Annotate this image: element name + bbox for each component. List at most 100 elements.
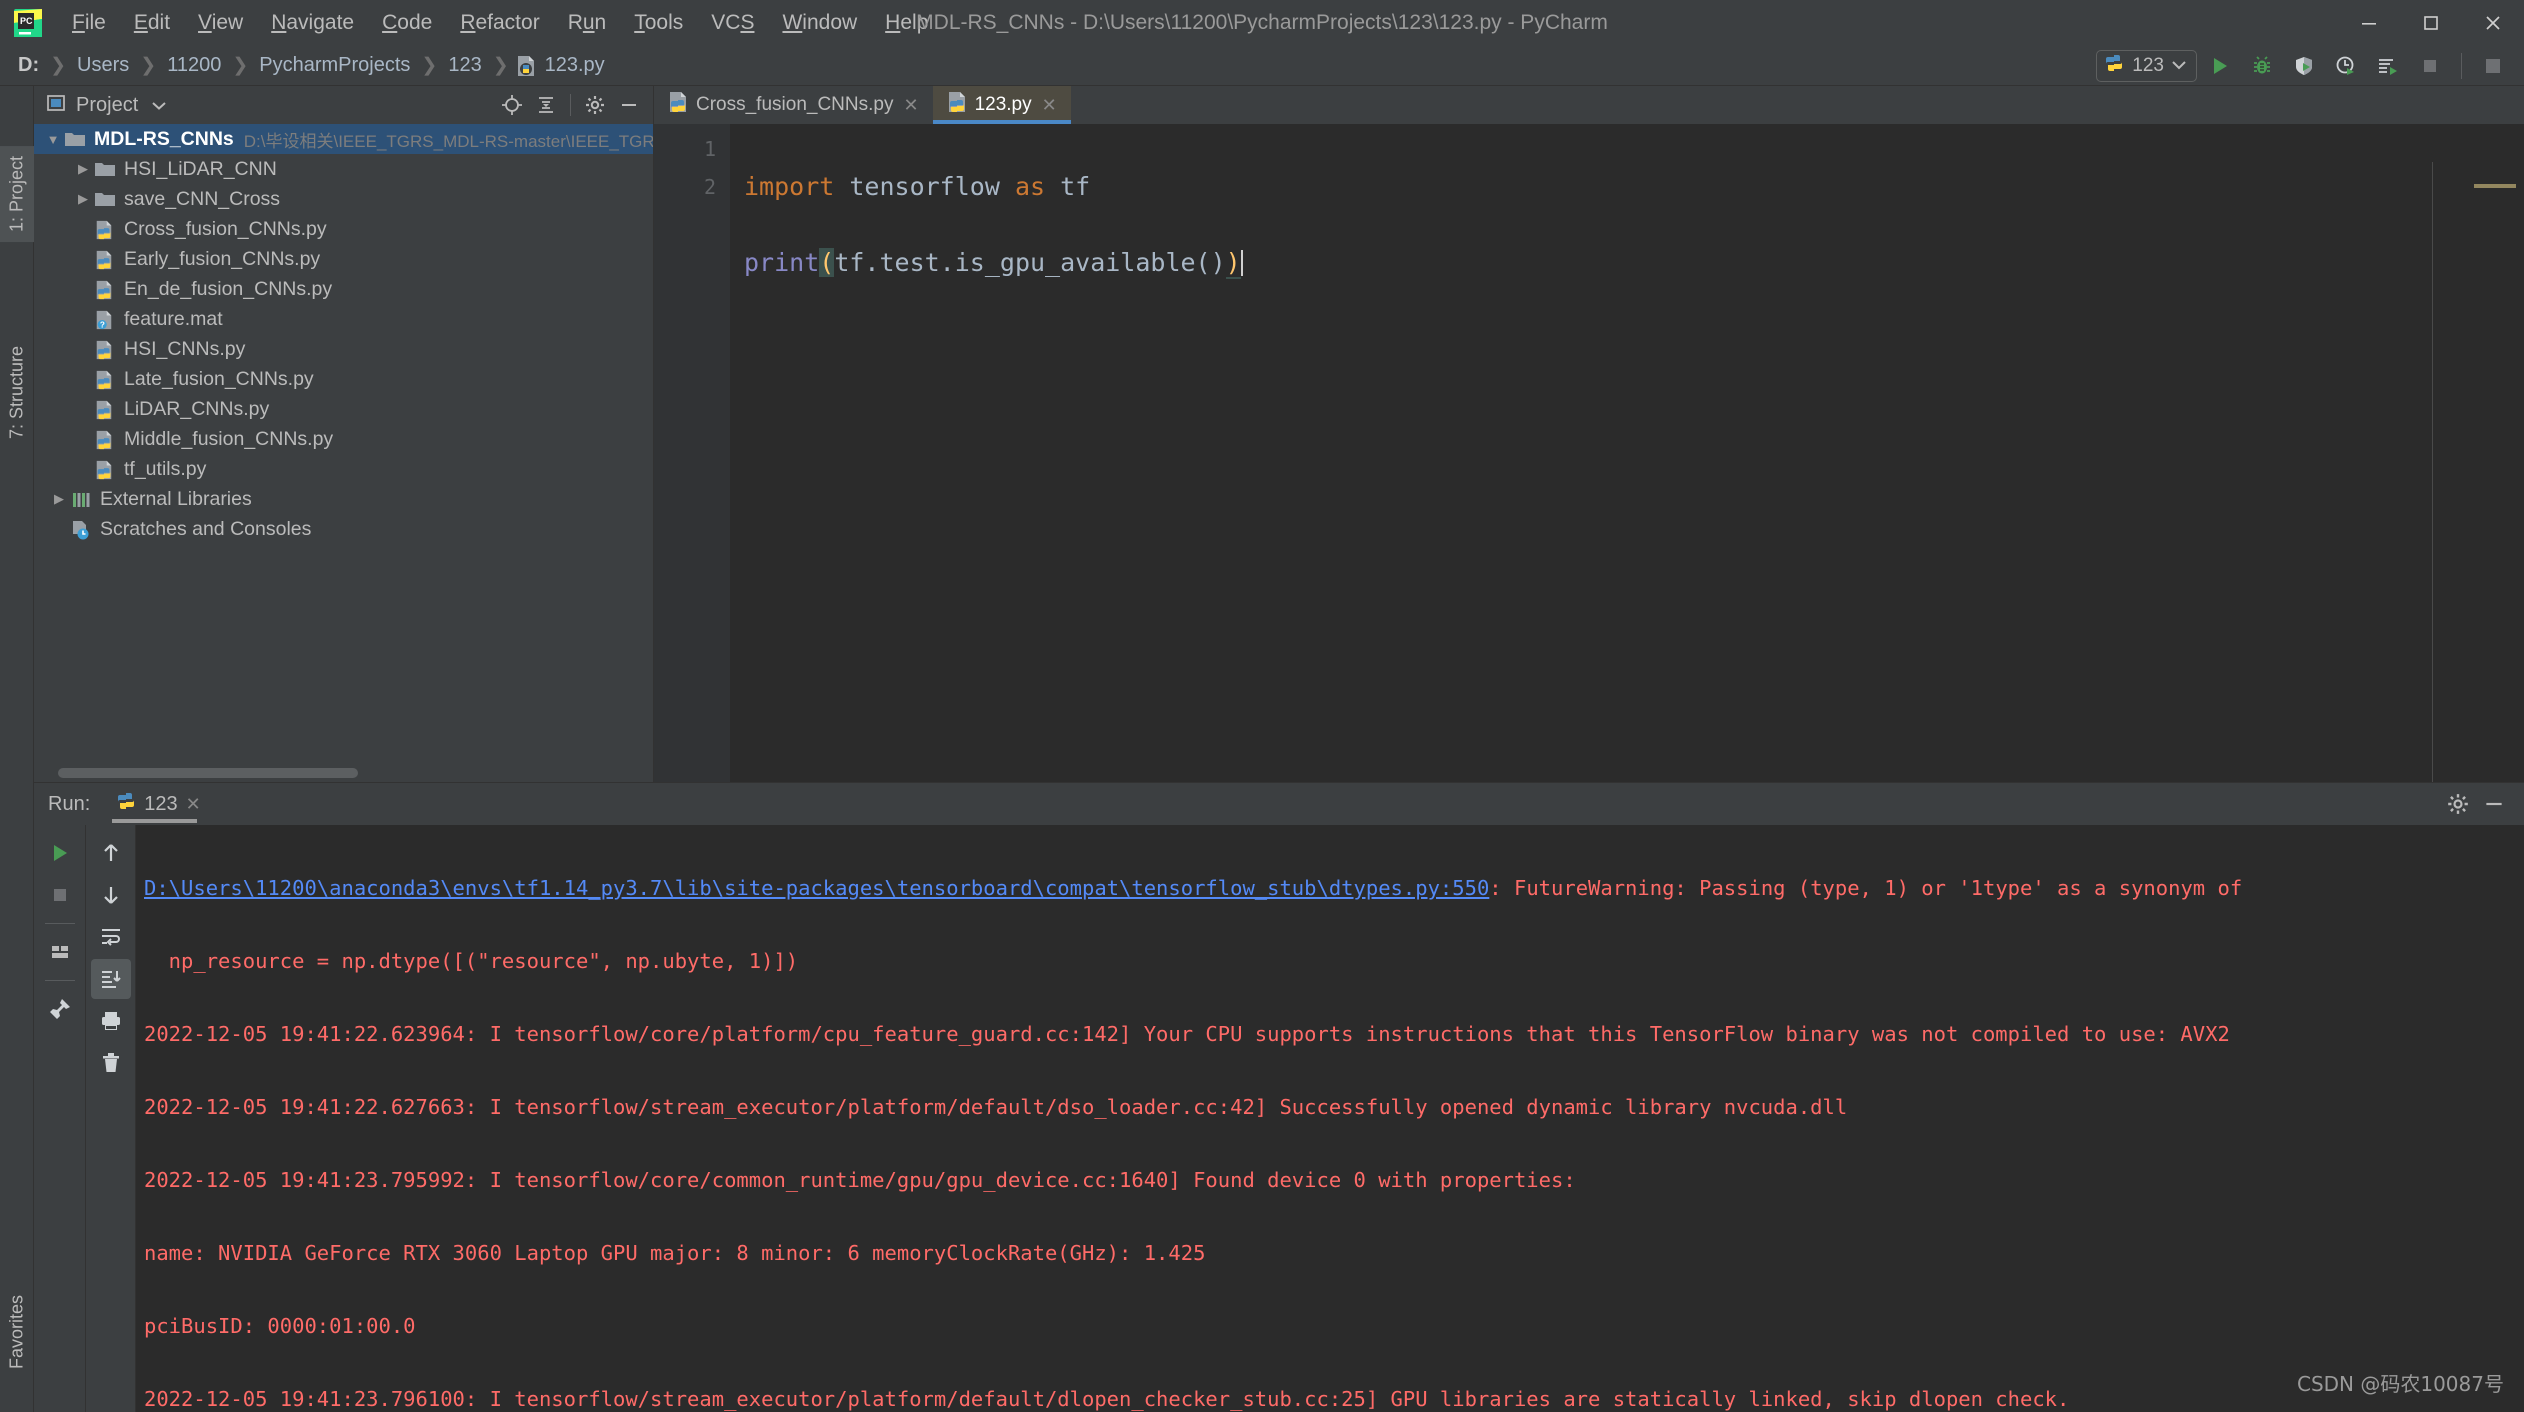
- run-button[interactable]: [2201, 49, 2239, 83]
- breadcrumb-123[interactable]: 123: [444, 52, 485, 79]
- console-line: 2022-12-05 19:41:22.623964: I tensorflow…: [144, 1021, 2230, 1046]
- token-import-keyword: import: [744, 172, 835, 201]
- sidebar-item-favorites[interactable]: Favorites: [0, 1252, 34, 1412]
- breadcrumb-users[interactable]: Users: [73, 52, 133, 79]
- print-button[interactable]: [91, 1001, 131, 1041]
- scroll-to-end-button[interactable]: [90, 959, 131, 999]
- breadcrumb-123-py[interactable]: 123.py: [516, 52, 609, 79]
- coverage-button[interactable]: [2285, 49, 2323, 83]
- token-module-name: tensorflow: [834, 172, 1015, 201]
- token-close-paren: ): [1225, 248, 1241, 279]
- clear-all-button[interactable]: [91, 1043, 131, 1083]
- close-icon[interactable]: [2462, 0, 2524, 46]
- up-button[interactable]: [91, 833, 131, 873]
- search-everywhere-icon[interactable]: [2474, 49, 2512, 83]
- breadcrumb-pycharmprojects[interactable]: PycharmProjects: [255, 52, 414, 79]
- settings-gear-icon[interactable]: [2442, 789, 2474, 819]
- menu-code[interactable]: Code: [368, 6, 446, 40]
- project-panel-title: Project: [76, 93, 139, 116]
- rerun-button[interactable]: [40, 833, 80, 873]
- tree-item-hsi-cnns[interactable]: HSI_CNNs.py: [34, 334, 653, 364]
- menu-vcs[interactable]: VCS: [697, 6, 768, 40]
- toggle-tasks-button[interactable]: [40, 932, 80, 972]
- editor-area: Cross_fusion_CNNs.py ✕ 123.py ✕ 1 2 impo…: [654, 86, 2524, 782]
- scrollbar-thumb[interactable]: [58, 768, 358, 778]
- down-button[interactable]: [91, 875, 131, 915]
- pin-tab-button[interactable]: [40, 989, 80, 1029]
- pycharm-window: PC File Edit View Navigate Code Refactor…: [0, 0, 2524, 1412]
- python-file-icon: [94, 430, 116, 450]
- console-line: pciBusID: 0000:01:00.0: [144, 1313, 416, 1338]
- menu-edit[interactable]: Edit: [120, 6, 184, 40]
- console-output[interactable]: D:\Users\11200\anaconda3\envs\tf1.14_py3…: [136, 825, 2524, 1412]
- tree-item-lidar-cnns[interactable]: LiDAR_CNNs.py: [34, 394, 653, 424]
- tree-item-en-de-fusion-cnns[interactable]: En_de_fusion_CNNs.py: [34, 274, 653, 304]
- debug-button[interactable]: [2243, 49, 2281, 83]
- editor-warning-marker[interactable]: [2474, 184, 2516, 188]
- code-text[interactable]: import tensorflow as tf print(tf.test.is…: [730, 124, 2524, 782]
- close-tab-icon[interactable]: ✕: [1040, 95, 1059, 116]
- chevron-right-icon[interactable]: ▶: [72, 191, 94, 207]
- breadcrumb-separator: ❯: [140, 55, 157, 76]
- menu-file[interactable]: File: [58, 6, 120, 40]
- menu-run[interactable]: Run: [554, 6, 621, 40]
- console-file-link[interactable]: D:\Users\11200\anaconda3\envs\tf1.14_py3…: [144, 876, 1489, 900]
- soft-wrap-button[interactable]: [91, 917, 131, 957]
- project-tree-horizontal-scrollbar[interactable]: [58, 768, 645, 778]
- hide-panel-icon[interactable]: [613, 90, 645, 120]
- chevron-down-icon[interactable]: [146, 98, 166, 113]
- token-call-expression: tf.test.is_gpu_available(): [834, 248, 1226, 277]
- sidebar-item-structure[interactable]: 7: Structure: [0, 336, 34, 449]
- breadcrumb-11200[interactable]: 11200: [163, 52, 225, 79]
- menu-view[interactable]: View: [184, 6, 257, 40]
- editor-marker-bar[interactable]: [2432, 162, 2524, 782]
- python-file-icon: [94, 370, 116, 390]
- tree-item-scratches-and-consoles[interactable]: Scratches and Consoles: [34, 514, 653, 544]
- menu-navigate[interactable]: Navigate: [257, 6, 368, 40]
- chevron-down-icon[interactable]: [2172, 57, 2186, 75]
- console-line: 2022-12-05 19:41:22.627663: I tensorflow…: [144, 1094, 1848, 1119]
- collapse-all-icon[interactable]: [530, 90, 562, 120]
- tree-item-feature-mat[interactable]: ? feature.mat: [34, 304, 653, 334]
- settings-gear-icon[interactable]: [579, 90, 611, 120]
- code-editor[interactable]: 1 2 import tensorflow as tf print(tf.tes…: [654, 124, 2524, 782]
- menu-help[interactable]: Help: [871, 6, 942, 40]
- run-tool-window: Run: 123 ✕ D:\Users\11200\anaconda3\envs…: [34, 782, 2524, 1412]
- chevron-expanded-icon[interactable]: ▼: [42, 132, 64, 147]
- menu-window[interactable]: Window: [768, 6, 871, 40]
- sidebar-item-project[interactable]: 1: Project: [0, 146, 34, 243]
- tree-item-middle-fusion-cnns[interactable]: Middle_fusion_CNNs.py: [34, 424, 653, 454]
- tree-item-hsi-lidar-cnn[interactable]: ▶ HSI_LiDAR_CNN: [34, 154, 653, 184]
- stop-button[interactable]: [2411, 49, 2449, 83]
- tree-item-project-root[interactable]: ▼ MDL-RS_CNNs D:\毕设相关\IEEE_TGRS_MDL-RS-m…: [34, 124, 653, 154]
- close-run-tab-icon[interactable]: ✕: [186, 794, 201, 815]
- hide-panel-icon[interactable]: [2478, 789, 2510, 819]
- tree-item-tf-utils[interactable]: tf_utils.py: [34, 454, 653, 484]
- breadcrumb-drive[interactable]: D:: [14, 52, 43, 79]
- minimize-icon[interactable]: [2338, 0, 2400, 46]
- chevron-right-icon[interactable]: ▶: [72, 161, 94, 177]
- tab-123-py[interactable]: 123.py ✕: [932, 86, 1071, 124]
- editor-tab-label: 123.py: [974, 94, 1032, 115]
- tab-cross-fusion-cnns[interactable]: Cross_fusion_CNNs.py ✕: [654, 86, 933, 124]
- profile-button[interactable]: [2327, 49, 2365, 83]
- tree-item-early-fusion-cnns[interactable]: Early_fusion_CNNs.py: [34, 244, 653, 274]
- python-file-icon: [94, 400, 116, 420]
- stop-button[interactable]: [40, 875, 80, 915]
- close-tab-icon[interactable]: ✕: [901, 95, 920, 116]
- folder-icon: [64, 130, 86, 148]
- tree-item-late-fusion-cnns[interactable]: Late_fusion_CNNs.py: [34, 364, 653, 394]
- menu-refactor[interactable]: Refactor: [446, 6, 553, 40]
- maximize-icon[interactable]: [2400, 0, 2462, 46]
- run-configuration-selector[interactable]: 123: [2096, 49, 2197, 82]
- locate-icon[interactable]: [496, 90, 528, 120]
- tree-item-external-libraries[interactable]: ▶ External Libraries: [34, 484, 653, 514]
- tree-item-cross-fusion-cnns[interactable]: Cross_fusion_CNNs.py: [34, 214, 653, 244]
- run-tab-123[interactable]: 123 ✕: [112, 783, 210, 825]
- line-number: 2: [703, 175, 716, 199]
- menu-tools[interactable]: Tools: [620, 6, 697, 40]
- tree-item-save-cnn-cross[interactable]: ▶ save_CNN_Cross: [34, 184, 653, 214]
- run-with-options-button[interactable]: [2369, 49, 2407, 83]
- chevron-right-icon[interactable]: ▶: [48, 491, 70, 507]
- toolbar-divider: [2461, 52, 2462, 79]
